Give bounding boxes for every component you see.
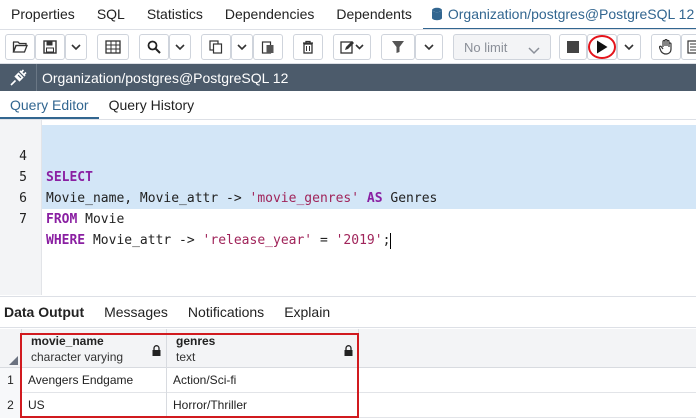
connection-bar: Organization/postgres@PostgreSQL 12	[0, 64, 696, 91]
find-options-dropdown[interactable]	[169, 34, 191, 60]
find-button[interactable]	[139, 34, 169, 60]
tab-explain[interactable]: Explain	[274, 297, 340, 327]
explain-analyze-button[interactable]	[681, 34, 696, 60]
result-highlight-box	[20, 333, 359, 418]
copy-button[interactable]	[201, 34, 231, 60]
corner-triangle-icon	[9, 356, 18, 365]
tab-dependents[interactable]: Dependents	[325, 0, 423, 29]
code-line: 5 Movie_name, Movie_attr -> 'movie_genre…	[0, 146, 696, 206]
open-file-icon	[12, 40, 28, 54]
tab-properties[interactable]: Properties	[0, 0, 86, 29]
code-text: WHERE Movie_attr -> 'release_year' = '20…	[46, 232, 392, 249]
save-button[interactable]	[35, 34, 65, 60]
save-options-dropdown[interactable]	[65, 34, 87, 60]
top-tab-bar: Properties SQL Statistics Dependencies D…	[0, 0, 696, 30]
filter-button[interactable]	[381, 34, 415, 60]
tab-dependencies[interactable]: Dependencies	[214, 0, 326, 29]
stop-icon	[567, 41, 579, 53]
edit-icon	[340, 40, 364, 54]
sql-editor[interactable]: 4 SELECT 5 Movie_name, Movie_attr -> 'mo…	[0, 120, 696, 295]
tab-notifications[interactable]: Notifications	[178, 297, 274, 327]
tab-query-tool-label: Organization/postgres@PostgreSQL 12 *	[447, 5, 696, 22]
tab-messages[interactable]: Messages	[94, 297, 178, 327]
chevron-down-icon	[71, 43, 81, 51]
filter-options-dropdown[interactable]	[415, 34, 443, 60]
line-number: 7	[19, 212, 27, 227]
row-number[interactable]: 2	[0, 393, 22, 418]
tab-query-tool[interactable]: Organization/postgres@PostgreSQL 12 *	[422, 0, 696, 29]
execute-options-dropdown[interactable]	[617, 34, 641, 60]
text-cursor	[390, 232, 392, 249]
hand-icon	[659, 39, 673, 55]
edit-options-button[interactable]	[333, 34, 371, 60]
stop-button[interactable]	[559, 34, 587, 60]
copy-options-dropdown[interactable]	[231, 34, 253, 60]
results-tab-bar: Data Output Messages Notifications Expla…	[0, 296, 696, 328]
chevron-down-icon	[237, 43, 247, 51]
connection-title: Organization/postgres@PostgreSQL 12	[42, 69, 289, 86]
tab-statistics[interactable]: Statistics	[136, 0, 214, 29]
trash-icon	[302, 40, 314, 54]
connection-plug-icon[interactable]	[0, 64, 36, 91]
explain-icon	[687, 40, 696, 54]
chevron-down-icon	[424, 43, 434, 51]
copy-icon	[209, 40, 223, 54]
paste-button[interactable]	[253, 34, 283, 60]
code-line: 6 FROM Movie	[0, 167, 696, 227]
delete-button[interactable]	[293, 34, 323, 60]
open-file-button[interactable]	[5, 34, 35, 60]
database-icon	[431, 7, 443, 21]
explain-button[interactable]	[651, 34, 681, 60]
search-icon	[147, 40, 161, 54]
row-limit-select[interactable]: No limit	[453, 34, 551, 60]
paste-icon	[261, 40, 275, 54]
grid-icon	[105, 40, 121, 54]
code-text: FROM Movie	[46, 212, 125, 227]
row-limit-value: No limit	[464, 39, 508, 55]
execute-highlight-ring	[588, 35, 616, 59]
edit-grid-button[interactable]	[97, 34, 129, 60]
code-line: 4 SELECT	[0, 125, 696, 185]
filter-icon	[391, 40, 405, 54]
code-line: 7 WHERE Movie_attr -> 'release_year' = '…	[0, 188, 696, 249]
tab-query-editor[interactable]: Query Editor	[0, 91, 99, 119]
tab-query-history[interactable]: Query History	[99, 91, 205, 119]
chevron-down-icon	[175, 43, 185, 51]
chevron-down-icon	[624, 43, 634, 51]
tab-sql[interactable]: SQL	[86, 0, 136, 29]
chevron-down-icon	[528, 43, 540, 58]
editor-tab-bar: Query Editor Query History	[0, 91, 696, 120]
select-all-corner[interactable]	[0, 329, 22, 368]
row-number[interactable]: 1	[0, 368, 22, 393]
query-toolbar: No limit	[0, 30, 696, 64]
save-icon	[43, 40, 57, 54]
tab-data-output[interactable]: Data Output	[0, 297, 94, 327]
